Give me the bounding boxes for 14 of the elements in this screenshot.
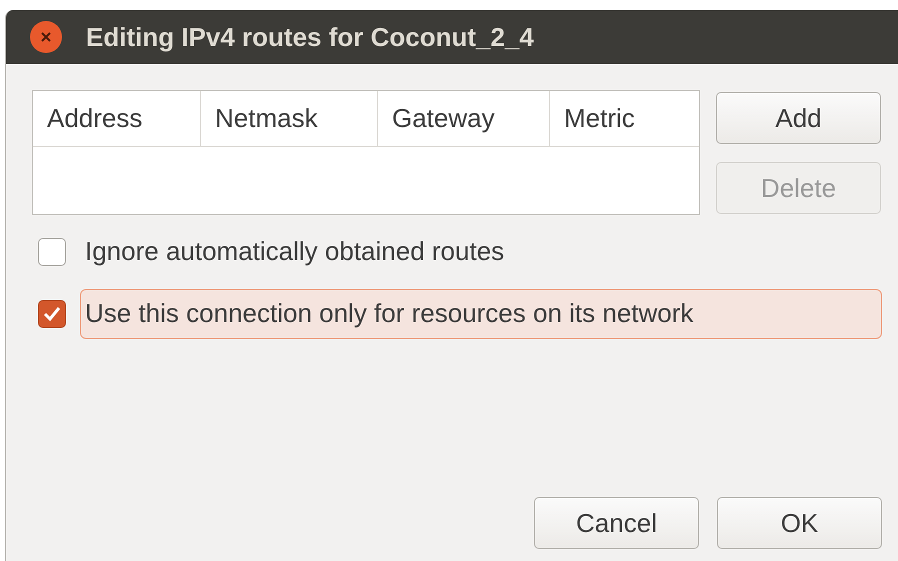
dialog-button[interactable]: OK: [717, 497, 882, 549]
close-icon: [40, 31, 52, 43]
dialog-button[interactable]: Add: [716, 92, 881, 144]
dialog-button[interactable]: Cancel: [534, 497, 699, 549]
column-header[interactable]: Address: [33, 91, 201, 146]
checkbox[interactable]: [38, 238, 66, 266]
checkbox-label[interactable]: Ignore automatically obtained routes: [80, 227, 882, 277]
window-title: Editing IPv4 routes for Coconut_2_4: [86, 22, 534, 52]
column-header[interactable]: Netmask: [201, 91, 378, 146]
checkbox-label[interactable]: Use this connection only for resources on its network: [80, 289, 882, 339]
column-header[interactable]: Metric: [550, 91, 699, 146]
close-button[interactable]: [30, 21, 62, 53]
column-header[interactable]: Gateway: [378, 91, 550, 146]
checkbox[interactable]: [38, 300, 66, 328]
